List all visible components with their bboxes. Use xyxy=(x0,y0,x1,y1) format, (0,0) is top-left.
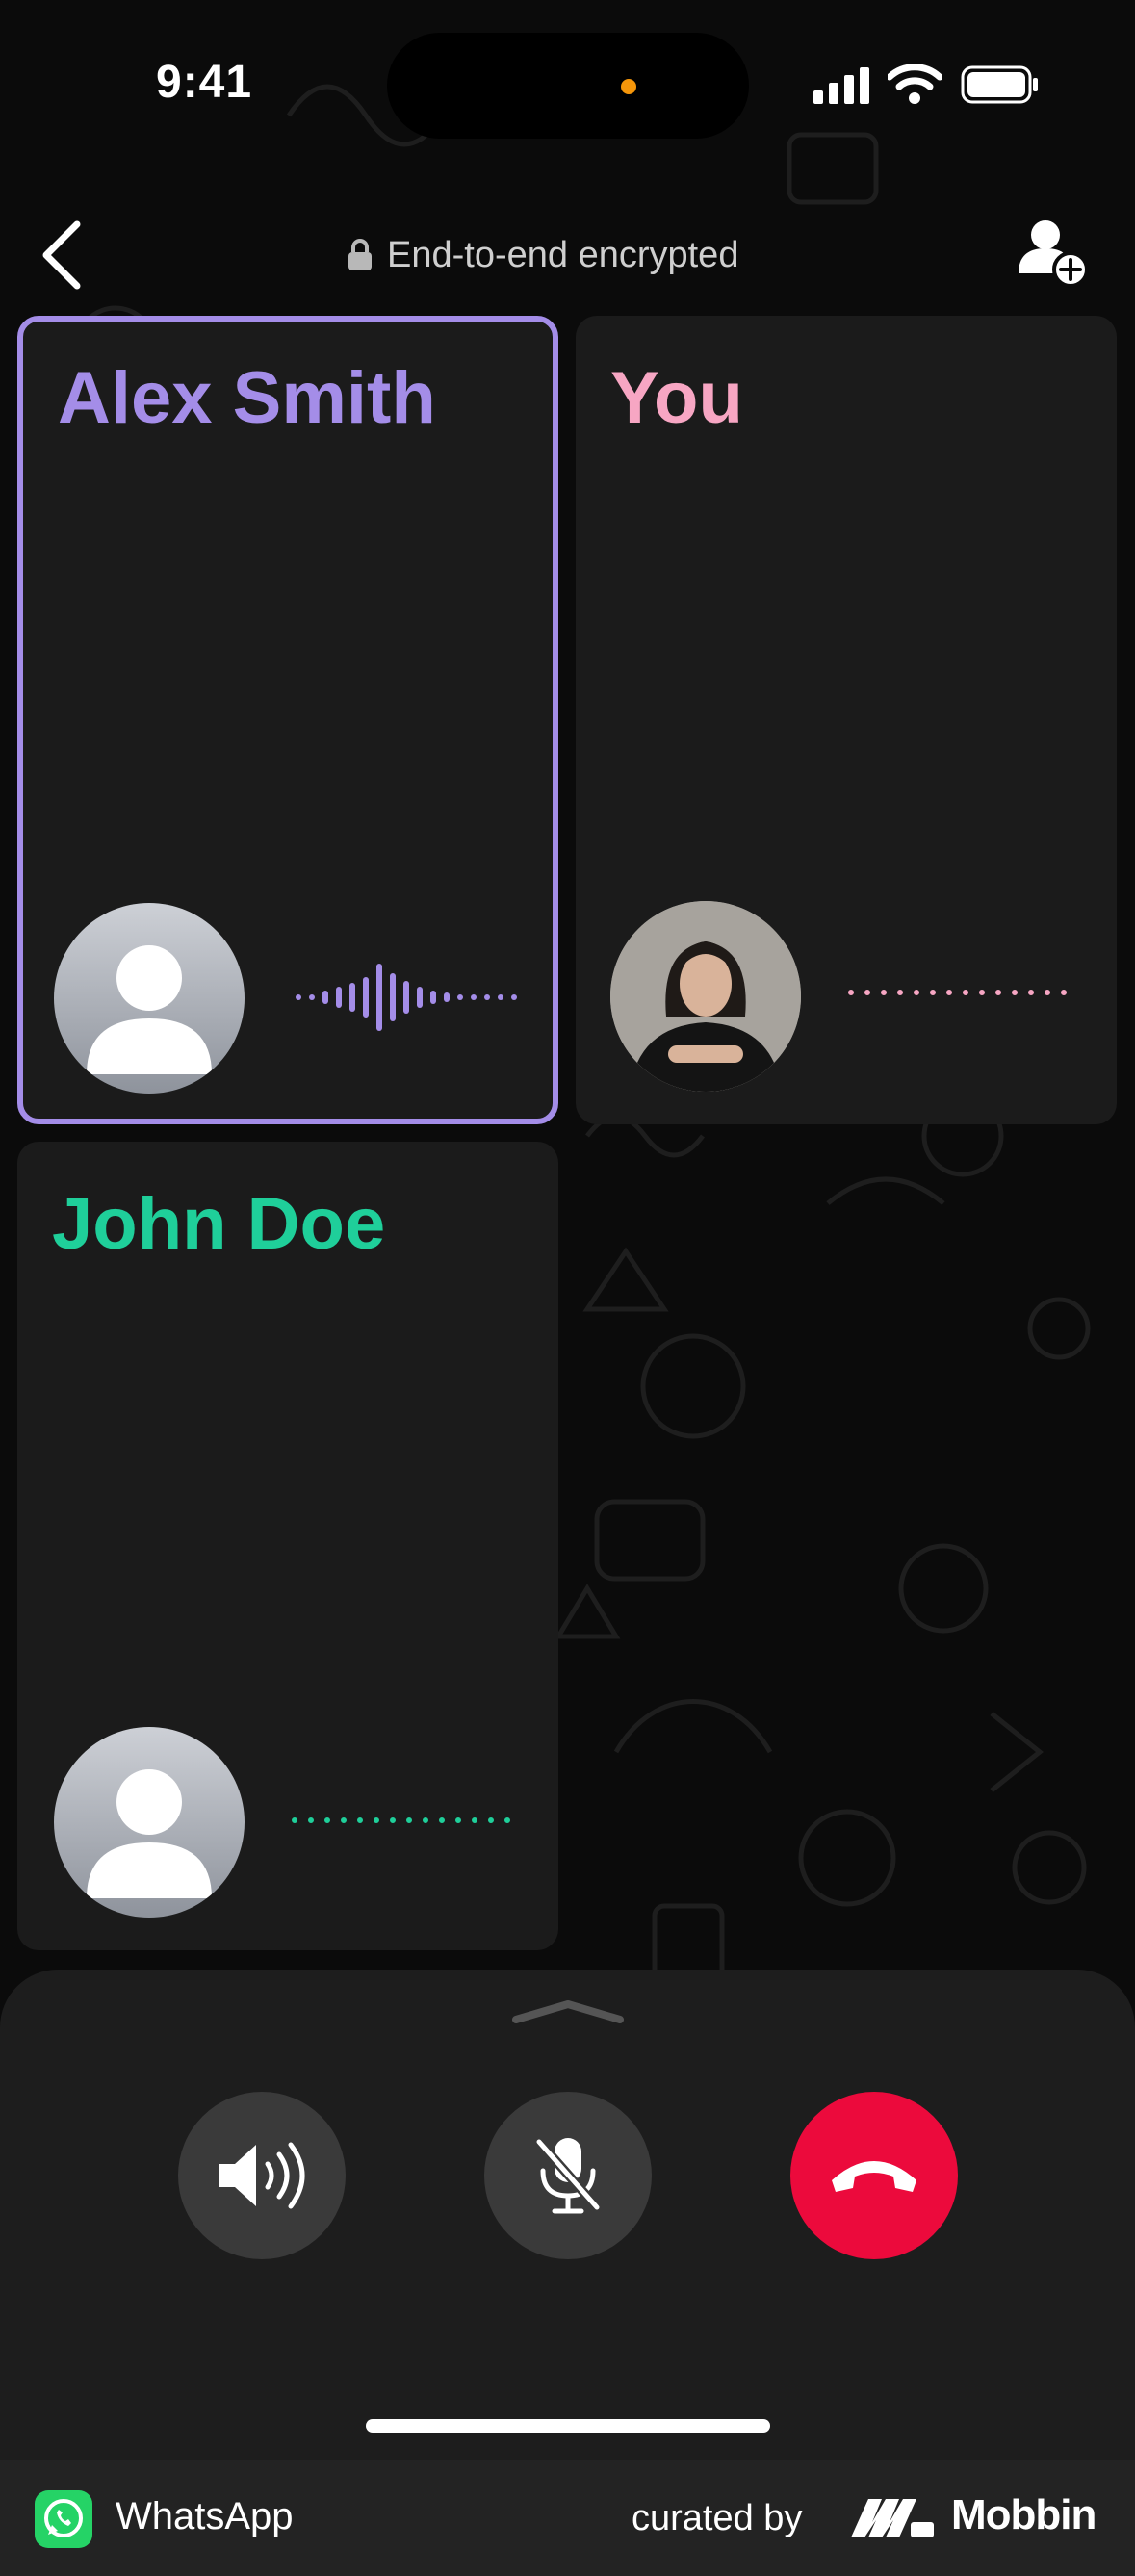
chevron-up-icon[interactable] xyxy=(510,1996,626,2025)
microphone-muted-icon xyxy=(534,2137,602,2214)
status-time: 9:41 xyxy=(156,57,253,108)
encryption-label: End-to-end encrypted xyxy=(387,234,739,275)
add-person-icon[interactable] xyxy=(1017,216,1090,289)
default-avatar-icon xyxy=(54,903,245,1094)
speaker-button[interactable] xyxy=(178,2092,346,2259)
participant-name: You xyxy=(610,357,743,439)
profile-photo xyxy=(610,901,801,1092)
mute-button[interactable] xyxy=(484,2092,652,2259)
lock-icon xyxy=(348,239,372,270)
wifi-icon xyxy=(888,64,942,104)
default-avatar-icon xyxy=(54,1727,245,1918)
whatsapp-logo-icon xyxy=(35,2490,92,2548)
app-name: WhatsApp xyxy=(116,2495,294,2537)
cellular-signal-icon xyxy=(813,67,869,104)
end-call-button[interactable] xyxy=(790,2092,958,2259)
participant-tile-you[interactable]: You xyxy=(576,316,1117,1124)
end-call-icon xyxy=(832,2161,916,2192)
encryption-notice: End-to-end encrypted xyxy=(347,231,738,279)
chevron-left-icon[interactable] xyxy=(35,217,92,294)
speaker-icon xyxy=(219,2142,305,2209)
idle-dotted-line xyxy=(848,990,1077,995)
battery-icon xyxy=(961,65,1038,104)
privacy-indicator-dot xyxy=(621,79,636,94)
home-indicator xyxy=(366,2419,770,2433)
participant-name: Alex Smith xyxy=(58,357,436,439)
brand-name: Mobbin xyxy=(951,2491,1096,2538)
dynamic-island xyxy=(387,33,749,139)
participant-tile-john-doe[interactable]: John Doe xyxy=(17,1142,558,1950)
speaking-waveform xyxy=(296,964,517,1031)
participant-name: John Doe xyxy=(52,1183,386,1265)
curated-by-label: curated by xyxy=(632,2498,803,2538)
idle-dotted-line xyxy=(292,1817,521,1823)
mobbin-logo-icon xyxy=(851,2499,934,2537)
participant-tile-alex-smith[interactable]: Alex Smith xyxy=(17,316,558,1124)
